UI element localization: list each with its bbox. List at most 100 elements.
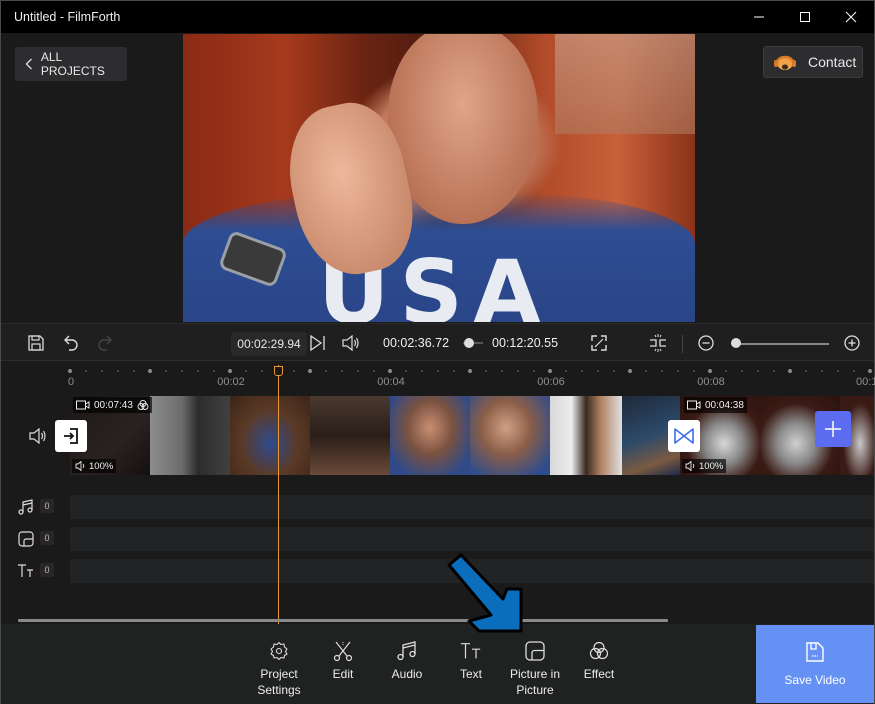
ruler-label: 00:06 <box>537 376 565 388</box>
video-track[interactable]: 00:07:43 100% 00:04:38 100% <box>70 396 874 475</box>
text-icon <box>18 564 33 577</box>
import-icon <box>64 428 78 444</box>
audio-button[interactable]: Audio <box>372 640 442 682</box>
audio-lane[interactable] <box>70 495 874 519</box>
ruler-major-tick <box>468 369 472 373</box>
color-filter-icon <box>137 400 149 410</box>
close-button[interactable] <box>828 1 874 33</box>
ruler-minor-tick <box>853 370 855 372</box>
speaker-icon <box>342 334 359 352</box>
audio-count: 0 <box>40 499 54 513</box>
track-volume-button[interactable] <box>28 427 48 449</box>
ruler-minor-tick <box>645 370 647 372</box>
ruler-minor-tick <box>341 370 343 372</box>
gear-icon <box>270 641 288 661</box>
project-settings-button[interactable]: Project Settings <box>244 640 314 698</box>
edit-button[interactable]: Edit <box>308 640 378 682</box>
playhead-time-tooltip: 00:02:29.94 <box>231 332 307 356</box>
transition-icon <box>674 428 694 444</box>
redo-icon <box>98 335 112 351</box>
fullscreen-icon <box>591 335 607 351</box>
timeline-zoom-slider[interactable] <box>731 343 829 345</box>
playback-toolbar: 00:02:29.94 00:02:36.72 00:12:20.55 <box>1 323 874 361</box>
ruler-minor-tick <box>373 370 375 372</box>
ruler-major-tick <box>548 369 552 373</box>
ruler-label: 00:02 <box>217 376 245 388</box>
timeline-ruler[interactable]: 0 00:02 00:04 00:06 00:08 00:1 <box>1 362 875 392</box>
speaker-icon <box>29 427 46 445</box>
timeline-horizontal-scrollbar[interactable] <box>18 619 668 622</box>
ruler-minor-tick <box>693 370 695 372</box>
ruler-minor-tick <box>517 370 519 372</box>
minimize-button[interactable] <box>736 1 782 33</box>
clip-thumbnail[interactable] <box>310 396 390 475</box>
ruler-minor-tick <box>661 370 663 372</box>
add-clip-button[interactable] <box>815 411 851 447</box>
ruler-minor-tick <box>133 370 135 372</box>
project-settings-label-line2: Settings <box>257 683 301 697</box>
save-video-button[interactable]: Save Video <box>756 625 874 703</box>
clip-thumbnail[interactable] <box>230 396 310 475</box>
maximize-button[interactable] <box>782 1 828 33</box>
all-projects-button[interactable]: ALL PROJECTS <box>15 47 127 81</box>
clip-info-badge: 00:07:43 <box>73 397 152 413</box>
effect-label: Effect <box>583 667 615 681</box>
pip-lane[interactable] <box>70 527 874 551</box>
clip-volume: 100% <box>89 460 114 472</box>
close-icon <box>845 11 857 23</box>
contact-label: Contact <box>808 54 857 70</box>
speaker-icon <box>75 461 85 471</box>
clip-volume: 100% <box>699 460 724 472</box>
effect-icon <box>589 641 609 660</box>
split-button[interactable] <box>648 333 668 353</box>
ruler-minor-tick <box>533 370 535 372</box>
clip-thumbnail[interactable] <box>470 396 550 475</box>
text-count: 0 <box>40 563 54 577</box>
undo-button[interactable] <box>61 333 81 353</box>
picture-in-picture-button[interactable]: Picture in Picture <box>500 640 570 698</box>
play-button[interactable] <box>307 333 327 353</box>
clip-thumbnail[interactable] <box>550 396 622 475</box>
support-headset-icon <box>774 55 796 70</box>
position-slider-handle[interactable] <box>464 338 474 348</box>
clip-thumbnail[interactable] <box>150 396 230 475</box>
ruler-major-tick <box>228 369 232 373</box>
ruler-minor-tick <box>325 370 327 372</box>
clip-info-badge: 00:04:38 <box>684 397 747 413</box>
music-note-icon <box>18 499 33 515</box>
zoom-in-button[interactable] <box>842 333 862 353</box>
video-camera-icon <box>76 400 90 410</box>
save-project-button[interactable] <box>26 333 46 353</box>
ruler-minor-tick <box>581 370 583 372</box>
pip-lane-row: 0 <box>1 527 874 551</box>
ruler-label: 0 <box>67 376 75 388</box>
contact-button[interactable]: Contact <box>763 46 863 78</box>
video-preview[interactable]: USA <box>183 34 695 322</box>
ruler-major-tick <box>868 369 872 373</box>
timeline-zoom-handle[interactable] <box>731 338 741 348</box>
undo-icon <box>64 335 78 351</box>
title-bar: Untitled - FilmForth <box>1 1 874 33</box>
zoom-out-button[interactable] <box>696 333 716 353</box>
ruler-label: 00:04 <box>377 376 405 388</box>
ruler-minor-tick <box>613 370 615 372</box>
ruler-major-tick <box>708 369 712 373</box>
video-camera-icon <box>687 400 701 410</box>
playhead-line[interactable] <box>278 365 279 624</box>
clip-thumbnail[interactable] <box>390 396 470 475</box>
redo-button[interactable] <box>95 333 115 353</box>
playhead-handle[interactable] <box>274 366 283 376</box>
effect-button[interactable]: Effect <box>564 640 634 682</box>
text-icon <box>460 643 481 659</box>
ruler-minor-tick <box>757 370 759 372</box>
ruler-minor-tick <box>725 370 727 372</box>
detach-audio-button[interactable] <box>55 420 87 452</box>
volume-button[interactable] <box>341 333 361 353</box>
fullscreen-button[interactable] <box>589 333 609 353</box>
text-button[interactable]: Text <box>436 640 506 682</box>
add-transition-button[interactable] <box>668 420 700 452</box>
filmforth-window: Untitled - FilmForth ALL PROJECTS USA Co… <box>0 0 875 704</box>
minimize-icon <box>754 16 764 18</box>
toolbar-divider <box>682 335 683 353</box>
video-background-shelf <box>555 34 695 134</box>
